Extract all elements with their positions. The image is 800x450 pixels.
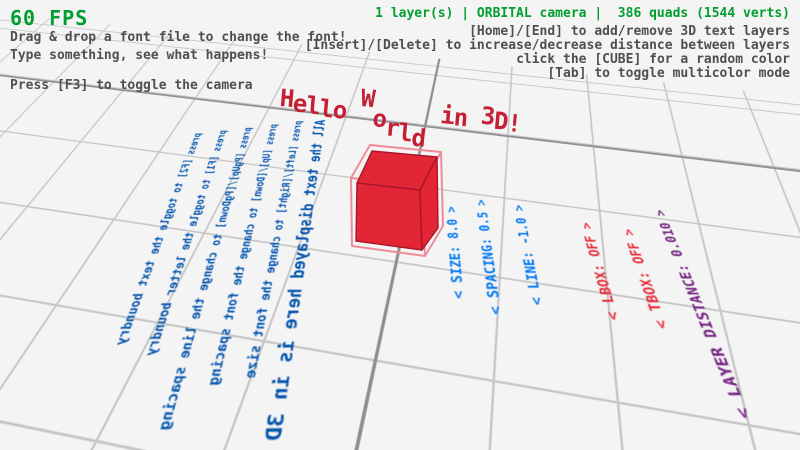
fps-counter: 60 FPS (10, 7, 88, 30)
app-window: < SIZE: 8.0 >< SPACING: 0.5 >< LINE: -1.… (0, 0, 800, 450)
cube-solid[interactable] (356, 151, 438, 250)
wave-letter: o (332, 98, 347, 123)
hint-multicolor: [Tab] to toggle multicolor mode (547, 67, 790, 82)
hint-drop-font: Drag & drop a font file to change the fo… (10, 31, 347, 46)
stats-bar: 1 layer(s) | ORBITAL camera | 386 quads … (375, 7, 790, 22)
hint-toggle-camera: Press [F3] to toggle the camera (10, 79, 253, 94)
wave-letter: d (410, 126, 425, 151)
wave-letter (346, 92, 361, 117)
hint-type-something: Type something, see what happens! (10, 49, 268, 64)
wave-letter: ! (506, 111, 521, 136)
cube-face-left (356, 183, 422, 250)
